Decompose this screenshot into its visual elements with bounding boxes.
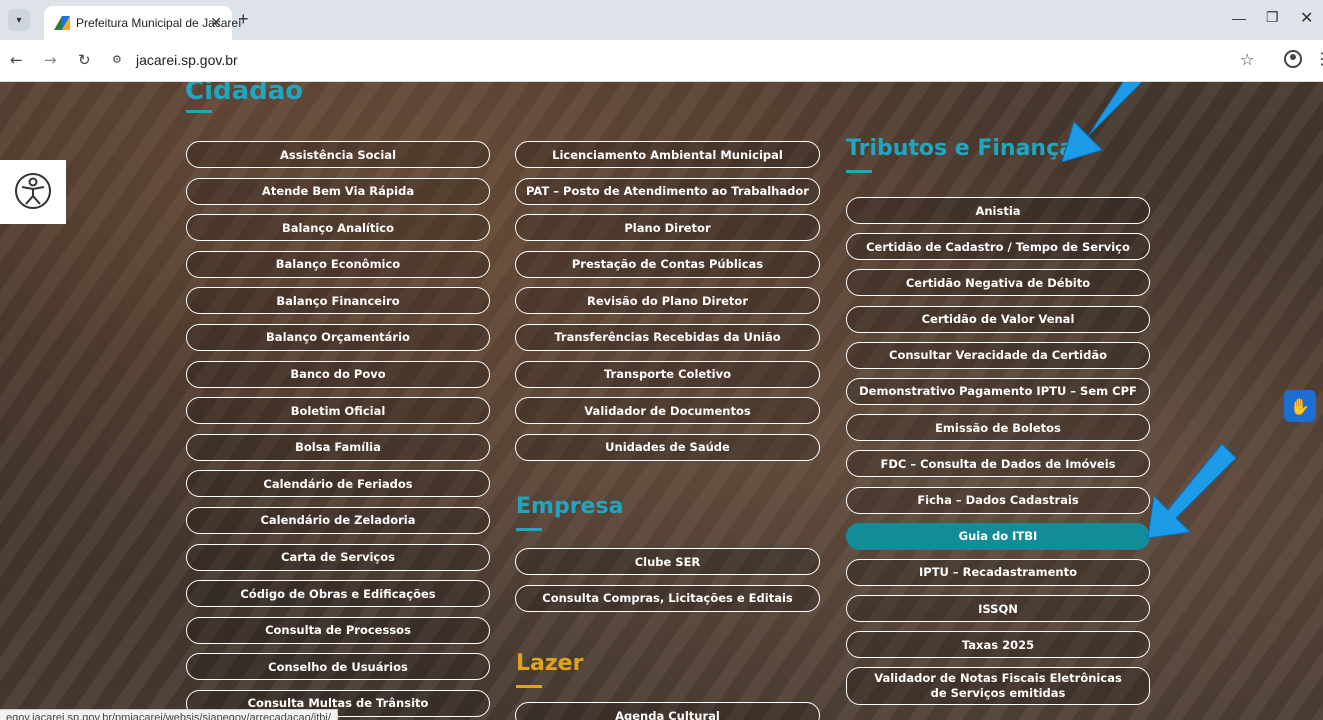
chevron-down-icon: ▾ <box>16 14 22 26</box>
restore-icon[interactable]: ❐ <box>1266 9 1279 26</box>
menu-button[interactable]: Balanço Orçamentário <box>186 323 490 351</box>
menu-button[interactable]: Agenda Cultural <box>515 702 820 720</box>
vlibras-button[interactable]: ✋ <box>1284 390 1316 422</box>
section-underline <box>516 528 542 531</box>
vlibras-hand-icon: ✋ <box>1290 396 1310 416</box>
section-underline <box>186 110 212 113</box>
menu-button[interactable]: Prestação de Contas Públicas <box>515 250 820 278</box>
menu-button[interactable]: Demonstrativo Pagamento IPTU – Sem CPF <box>846 377 1150 405</box>
menu-button[interactable]: Licenciamento Ambiental Municipal <box>515 141 820 168</box>
menu-button[interactable]: Guia do ITBI <box>846 522 1150 550</box>
cidadao-list: Assistência Social Atende Bem Via Rápida B… <box>186 141 490 720</box>
tab-close-icon[interactable]: ✕ <box>210 14 222 31</box>
browser-tab[interactable]: Prefeitura Municipal de Jacareí ✕ <box>44 6 241 40</box>
menu-button[interactable]: Boletim Oficial <box>186 397 490 425</box>
new-tab-icon[interactable]: + <box>238 8 249 30</box>
accessibility-button[interactable] <box>0 160 66 224</box>
menu-button[interactable]: Emissão de Boletos <box>846 414 1150 442</box>
menu-button[interactable]: Assistência Social <box>186 141 490 168</box>
browser-toolbar: ← → ↻ ⚙ jacarei.sp.gov.br ☆ ⋮ <box>0 40 1323 82</box>
menu-button[interactable]: Banco do Povo <box>186 360 490 388</box>
menu-button[interactable]: Calendário de Feriados <box>186 470 490 498</box>
profile-icon[interactable] <box>1284 50 1302 68</box>
menu-button[interactable]: Balanço Econômico <box>186 250 490 278</box>
annotation-arrow-icon <box>1147 443 1236 539</box>
menu-button[interactable]: Consulta Compras, Licitações e Editais <box>515 584 820 612</box>
menu-button[interactable]: Plano Diretor <box>515 214 820 242</box>
page-content: Cidadão Assistência Social Atende Bem Via… <box>0 82 1323 720</box>
menu-button[interactable]: Ficha – Dados Cadastrais <box>846 486 1150 514</box>
reload-icon[interactable]: ↻ <box>78 50 91 70</box>
status-bar-url: egov.jacarei.sp.gov.br/pmjacarei/websis/… <box>0 709 338 720</box>
address-bar[interactable]: jacarei.sp.gov.br <box>136 52 238 68</box>
minimize-icon[interactable]: — <box>1232 10 1246 26</box>
menu-button[interactable]: Unidades de Saúde <box>515 433 820 461</box>
section-title-tributos: Tributos e Finanças <box>846 136 1088 161</box>
menu-button[interactable]: Anistia <box>846 197 1150 224</box>
back-icon[interactable]: ← <box>10 50 23 70</box>
menu-button[interactable]: Transferências Recebidas da União <box>515 323 820 351</box>
menu-button[interactable]: Revisão do Plano Diretor <box>515 287 820 315</box>
site-info-icon[interactable]: ⚙ <box>112 53 128 69</box>
cidadao-list-2: Licenciamento Ambiental Municipal PAT – P… <box>515 141 820 470</box>
menu-button[interactable]: FDC – Consulta de Dados de Imóveis <box>846 450 1150 478</box>
accessibility-icon <box>15 173 51 209</box>
menu-button[interactable]: PAT – Posto de Atendimento ao Trabalhado… <box>515 177 820 205</box>
bookmark-star-icon[interactable]: ☆ <box>1240 50 1254 69</box>
menu-button[interactable]: Certidão de Valor Venal <box>846 305 1150 333</box>
menu-button[interactable]: Atende Bem Via Rápida <box>186 177 490 205</box>
menu-button[interactable]: Taxas 2025 <box>846 631 1150 659</box>
browser-tab-bar: ▾ Prefeitura Municipal de Jacareí ✕ + — … <box>0 0 1323 40</box>
lazer-list: Agenda Cultural <box>515 702 820 720</box>
menu-button[interactable]: Conselho de Usuários <box>186 653 490 681</box>
menu-button[interactable]: Certidão de Cadastro / Tempo de Serviço <box>846 233 1150 261</box>
menu-button[interactable]: Clube SER <box>515 548 820 575</box>
forward-icon[interactable]: → <box>44 50 57 70</box>
site-favicon-icon <box>54 16 70 30</box>
menu-button[interactable]: Validador de Notas Fiscais Eletrônicas d… <box>846 667 1150 706</box>
menu-button[interactable]: Balanço Analítico <box>186 214 490 242</box>
menu-button[interactable]: Balanço Financeiro <box>186 287 490 315</box>
annotation-arrow-icon <box>1061 82 1143 163</box>
tab-search-button[interactable]: ▾ <box>8 9 30 31</box>
section-underline <box>516 685 542 688</box>
section-title-lazer: Lazer <box>516 651 584 676</box>
menu-button[interactable]: Consulta de Processos <box>186 616 490 644</box>
menu-button[interactable]: Validador de Documentos <box>515 397 820 425</box>
menu-kebab-icon[interactable]: ⋮ <box>1314 50 1323 68</box>
section-title-cidadao: Cidadão <box>185 82 304 106</box>
menu-button[interactable]: Bolsa Família <box>186 433 490 461</box>
menu-button[interactable]: ISSQN <box>846 595 1150 623</box>
window-close-icon[interactable]: ✕ <box>1300 8 1313 28</box>
menu-button[interactable]: Transporte Coletivo <box>515 360 820 388</box>
menu-button[interactable]: Consultar Veracidade da Certidão <box>846 341 1150 369</box>
menu-button[interactable]: Certidão Negativa de Débito <box>846 269 1150 297</box>
tributos-list: Anistia Certidão de Cadastro / Tempo de S… <box>846 197 1150 715</box>
empresa-list: Clube SER Consulta Compras, Licitações e … <box>515 548 820 621</box>
menu-button[interactable]: Código de Obras e Edificações <box>186 580 490 608</box>
section-underline <box>846 170 872 173</box>
menu-button[interactable]: IPTU – Recadastramento <box>846 558 1150 586</box>
section-title-empresa: Empresa <box>516 494 624 519</box>
menu-button[interactable]: Calendário de Zeladoria <box>186 506 490 534</box>
menu-button[interactable]: Carta de Serviços <box>186 543 490 571</box>
